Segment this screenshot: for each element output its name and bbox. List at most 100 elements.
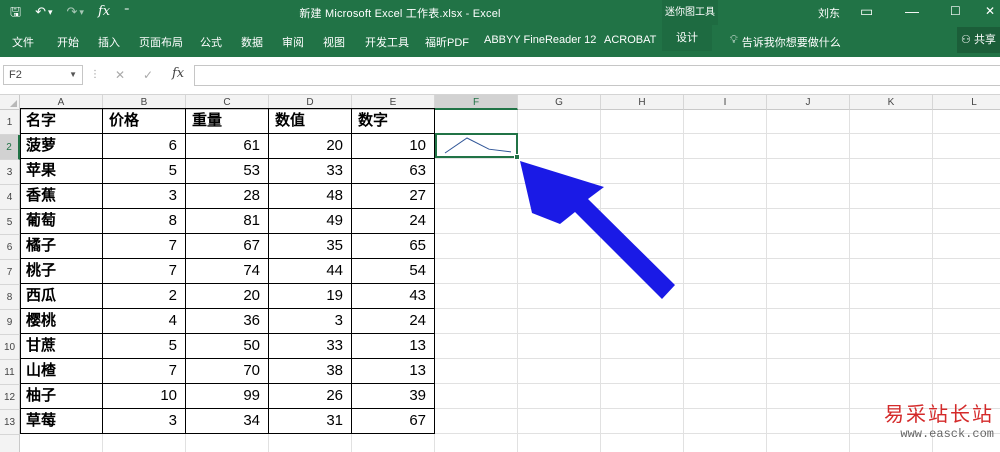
column-header-h[interactable]: H [601, 95, 684, 110]
tab-file[interactable]: 文件 [12, 34, 34, 50]
select-all-button[interactable] [0, 95, 20, 110]
value-cell[interactable]: 5 [103, 158, 186, 183]
name-cell[interactable]: 橘子 [20, 233, 103, 258]
share-button[interactable]: ⚇ 共享 [957, 27, 1000, 53]
cancel-icon[interactable]: ✕ [115, 68, 125, 82]
value-cell[interactable]: 34 [186, 408, 269, 433]
row-header-13[interactable]: 13 [0, 410, 20, 435]
row-header-10[interactable]: 10 [0, 335, 20, 360]
header-cell[interactable]: 价格 [103, 108, 186, 133]
tab-design[interactable]: 设计 [662, 25, 712, 51]
value-cell[interactable]: 33 [269, 333, 352, 358]
name-box[interactable]: F2 ▼ [3, 65, 83, 85]
spreadsheet-grid[interactable]: A B C D E F G H I J K L 1 2 3 4 5 6 7 8 9 10 11 12 13 名字 价格 重量 数值 数字菠… [0, 95, 1000, 452]
value-cell[interactable]: 53 [186, 158, 269, 183]
tab-view[interactable]: 视图 [323, 34, 345, 50]
row-header-2[interactable]: 2 [0, 135, 20, 160]
tab-acrobat[interactable]: ACROBAT [604, 34, 656, 46]
tab-data[interactable]: 数据 [241, 34, 263, 50]
insert-function-icon[interactable]: fx [172, 66, 184, 81]
tab-abbyy[interactable]: ABBYY FineReader 12 [484, 34, 596, 46]
value-cell[interactable]: 61 [186, 133, 269, 158]
enter-icon[interactable]: ✓ [143, 68, 153, 82]
row-header-1[interactable]: 1 [0, 110, 20, 135]
value-cell[interactable]: 67 [186, 233, 269, 258]
value-cell[interactable]: 39 [352, 383, 435, 408]
value-cell[interactable]: 74 [186, 258, 269, 283]
value-cell[interactable]: 7 [103, 233, 186, 258]
value-cell[interactable]: 20 [269, 133, 352, 158]
tab-review[interactable]: 审阅 [282, 34, 304, 50]
row-header-3[interactable]: 3 [0, 160, 20, 185]
minimize-icon[interactable]: — [905, 2, 919, 20]
name-cell[interactable]: 樱桃 [20, 308, 103, 333]
row-header-9[interactable]: 9 [0, 310, 20, 335]
header-cell[interactable]: 数值 [269, 108, 352, 133]
row-header-6[interactable]: 6 [0, 235, 20, 260]
value-cell[interactable]: 38 [269, 358, 352, 383]
column-header-g[interactable]: G [518, 95, 601, 110]
value-cell[interactable]: 19 [269, 283, 352, 308]
value-cell[interactable]: 13 [352, 333, 435, 358]
row-header-4[interactable]: 4 [0, 185, 20, 210]
formula-input[interactable] [194, 65, 1000, 86]
name-cell[interactable]: 山楂 [20, 358, 103, 383]
value-cell[interactable]: 44 [269, 258, 352, 283]
value-cell[interactable]: 13 [352, 358, 435, 383]
value-cell[interactable]: 6 [103, 133, 186, 158]
splitter-icon[interactable]: ⋮ [90, 69, 100, 80]
value-cell[interactable]: 24 [352, 208, 435, 233]
name-cell[interactable]: 甘蔗 [20, 333, 103, 358]
value-cell[interactable]: 5 [103, 333, 186, 358]
column-header-i[interactable]: I [684, 95, 767, 110]
value-cell[interactable]: 26 [269, 383, 352, 408]
value-cell[interactable]: 33 [269, 158, 352, 183]
ribbon-display-icon[interactable]: ▭ [860, 2, 873, 20]
value-cell[interactable]: 43 [352, 283, 435, 308]
tab-page-layout[interactable]: 页面布局 [139, 34, 183, 50]
maximize-icon[interactable]: ☐ [950, 2, 961, 20]
name-cell[interactable]: 菠萝 [20, 133, 103, 158]
selected-cell-f2[interactable] [435, 133, 520, 160]
header-cell[interactable]: 数字 [352, 108, 435, 133]
name-cell[interactable]: 柚子 [20, 383, 103, 408]
column-header-j[interactable]: J [767, 95, 850, 110]
value-cell[interactable]: 63 [352, 158, 435, 183]
row-header-11[interactable]: 11 [0, 360, 20, 385]
value-cell[interactable]: 48 [269, 183, 352, 208]
name-cell[interactable]: 桃子 [20, 258, 103, 283]
row-header-partial[interactable] [0, 435, 20, 452]
row-header-5[interactable]: 5 [0, 210, 20, 235]
value-cell[interactable]: 7 [103, 358, 186, 383]
row-header-12[interactable]: 12 [0, 385, 20, 410]
close-icon[interactable]: ✕ [985, 2, 995, 20]
value-cell[interactable]: 3 [269, 308, 352, 333]
value-cell[interactable]: 70 [186, 358, 269, 383]
name-cell[interactable]: 苹果 [20, 158, 103, 183]
column-header-f[interactable]: F [435, 95, 518, 110]
column-header-k[interactable]: K [850, 95, 933, 110]
tab-foxit-pdf[interactable]: 福昕PDF [425, 34, 469, 50]
row-header-7[interactable]: 7 [0, 260, 20, 285]
tab-home[interactable]: 开始 [57, 34, 79, 50]
header-cell[interactable]: 重量 [186, 108, 269, 133]
header-cell[interactable]: 名字 [20, 108, 103, 133]
value-cell[interactable]: 3 [103, 408, 186, 433]
name-cell[interactable]: 葡萄 [20, 208, 103, 233]
tab-insert[interactable]: 插入 [98, 34, 120, 50]
name-cell[interactable]: 西瓜 [20, 283, 103, 308]
value-cell[interactable]: 10 [352, 133, 435, 158]
value-cell[interactable]: 24 [352, 308, 435, 333]
value-cell[interactable]: 36 [186, 308, 269, 333]
value-cell[interactable]: 2 [103, 283, 186, 308]
value-cell[interactable]: 50 [186, 333, 269, 358]
value-cell[interactable]: 67 [352, 408, 435, 433]
value-cell[interactable]: 81 [186, 208, 269, 233]
value-cell[interactable]: 7 [103, 258, 186, 283]
value-cell[interactable]: 8 [103, 208, 186, 233]
tab-developer[interactable]: 开发工具 [365, 34, 409, 50]
value-cell[interactable]: 4 [103, 308, 186, 333]
value-cell[interactable]: 28 [186, 183, 269, 208]
chevron-down-icon[interactable]: ▼ [69, 66, 77, 84]
value-cell[interactable]: 99 [186, 383, 269, 408]
